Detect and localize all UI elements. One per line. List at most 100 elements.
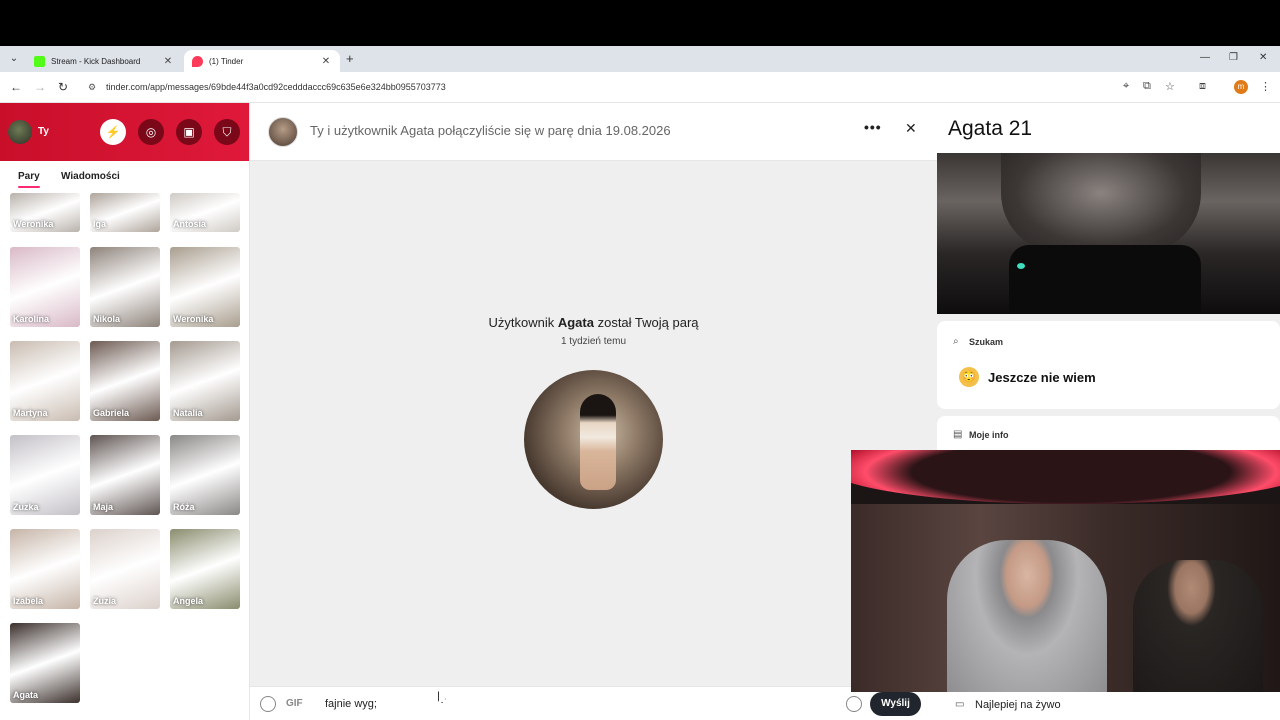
browser-tab-bar: ⌄ Stream - Kick Dashboard ✕ (1) Tinder ✕… [0,46,1280,72]
match-card[interactable]: Karolina [10,247,80,327]
install-app-icon[interactable]: ⧉ [1143,80,1151,93]
flushed-face-icon: 😳 [959,367,979,387]
tab-matches[interactable]: Pary [18,171,40,188]
match-name: Karolina [13,314,50,324]
looking-for-value: Jeszcze nie wiem [988,370,1096,385]
forward-icon[interactable]: → [34,80,46,94]
close-tab-icon[interactable]: ✕ [162,56,174,67]
match-profile-photo[interactable] [524,370,663,509]
close-tab-icon[interactable]: ✕ [320,56,332,67]
menu-kebab-icon[interactable]: ⋮ [1260,80,1271,93]
match-name: Izabela [13,596,44,606]
tab-title: (1) Tinder [209,56,244,66]
chat-title: Ty i użytkownik Agata połączyliście się … [310,123,671,138]
match-card[interactable]: Izabela [10,529,80,609]
avatar[interactable] [268,117,298,147]
match-name: Antosia [173,219,207,229]
match-name: Agata [13,690,39,700]
match-card[interactable]: Antosia [170,193,240,232]
browser-address-bar: ← → ↻ ⚙ tinder.com/app/messages/69bde44f… [0,72,1280,103]
streamer-webcam-overlay [851,450,1280,692]
tab-title: Stream - Kick Dashboard [51,56,141,66]
match-note: Użytkownik Agata został Twoją parą [488,315,699,330]
match-name: Zuzka [13,502,39,512]
site-info-icon[interactable]: ⚙ [88,76,96,99]
reload-icon[interactable]: ↻ [58,80,68,94]
bookmark-star-icon[interactable]: ☆ [1165,80,1175,93]
message-input[interactable] [325,694,825,714]
match-card[interactable]: Zuzka [10,435,80,515]
looking-for-label: Szukam [969,337,1004,347]
match-name: Nikola [93,314,121,324]
video-letterbox [0,0,1280,46]
browser-profile-avatar[interactable]: m [1234,80,1248,94]
send-button[interactable]: Wyślij [870,692,921,716]
match-name: Natalia [173,408,203,418]
extensions-icon[interactable]: ⧈ [1199,80,1206,93]
match-card[interactable]: Agata [10,623,80,703]
match-name: Maja [93,502,114,512]
close-window-icon[interactable]: ✕ [1259,52,1267,63]
match-card[interactable]: Iga [90,193,160,232]
match-name: Weronika [13,219,54,229]
sidebar-header: Ty ⚡ ◎ ▣ ⛉ [0,103,249,161]
chat-bubble-icon: ▭ [955,699,965,710]
tab-list-icon[interactable]: ⌄ [6,51,22,67]
match-name: Róża [173,502,195,512]
match-card[interactable]: Natalia [170,341,240,421]
plus-icon[interactable]: + [346,51,354,66]
tab-messages[interactable]: Wiadomości [61,171,120,182]
emoji-icon[interactable] [846,696,862,712]
match-name: Martyna [13,408,48,418]
browser-tab-kick[interactable]: Stream - Kick Dashboard ✕ [26,50,182,72]
tinder-favicon-icon [192,55,203,67]
shield-icon[interactable]: ⛉ [214,119,240,145]
match-card[interactable]: Róża [170,435,240,515]
match-card[interactable]: Weronika [170,247,240,327]
match-name: Iga [93,219,107,229]
more-options-icon[interactable]: ••• [864,119,882,135]
gif-button[interactable]: GIF [286,698,303,709]
briefcase-icon[interactable]: ▣ [176,119,202,145]
browser-tab-tinder[interactable]: (1) Tinder ✕ [184,50,340,72]
url-field[interactable]: ⚙ tinder.com/app/messages/69bde44f3a0cd9… [80,76,1200,99]
boost-icon[interactable]: ⚡ [100,119,126,145]
chat-header: Ty i użytkownik Agata połączyliście się … [250,103,937,161]
match-card[interactable]: Martyna [10,341,80,421]
message-composer: GIF Wyślij [250,686,937,720]
matches-sidebar: Ty ⚡ ◎ ▣ ⛉ Pary Wiadomości Weronika Iga An… [0,103,250,720]
match-card[interactable]: Maja [90,435,160,515]
profile-photo[interactable] [937,153,1280,314]
kick-favicon-icon [34,55,45,67]
id-card-icon: ▤ [953,429,963,440]
match-card[interactable]: Gabriela [90,341,160,421]
contact-card-icon[interactable] [260,696,276,712]
profile-header: Agata 21 [937,103,1280,153]
match-card[interactable]: Nikola [90,247,160,327]
maximize-icon[interactable]: ❐ [1229,52,1238,63]
url-text: tinder.com/app/messages/69bde44f3a0cd92c… [106,82,446,92]
explore-icon[interactable]: ◎ [138,119,164,145]
match-card[interactable]: Weronika [10,193,80,232]
about-label: Moje info [969,430,1009,440]
match-card[interactable]: Angela [170,529,240,609]
close-icon[interactable]: ✕ [905,120,917,137]
communication-style-row: ▭ Najlepiej na żywo [937,691,1280,720]
chat-panel: Ty i użytkownik Agata połączyliście się … [250,103,937,720]
match-name: Weronika [173,314,214,324]
back-icon[interactable]: ← [10,80,22,94]
match-card[interactable]: Zuzia [90,529,160,609]
location-icon[interactable]: ⌖ [1123,80,1129,93]
sidebar-tabs: Pary Wiadomości [0,161,249,193]
minimize-icon[interactable]: — [1200,52,1210,63]
profile-name-age: Agata 21 [948,117,1033,140]
match-timestamp: 1 tydzień temu [560,336,627,347]
avatar[interactable] [8,120,32,144]
user-label[interactable]: Ty [38,126,49,137]
search-icon: ⌕ [953,336,959,347]
match-name: Angela [173,596,204,606]
match-name: Gabriela [93,408,130,418]
looking-for-card: ⌕ Szukam 😳 Jeszcze nie wiem [937,321,1280,409]
match-name: Zuzia [93,596,117,606]
communication-style-value: Najlepiej na żywo [975,699,1061,711]
